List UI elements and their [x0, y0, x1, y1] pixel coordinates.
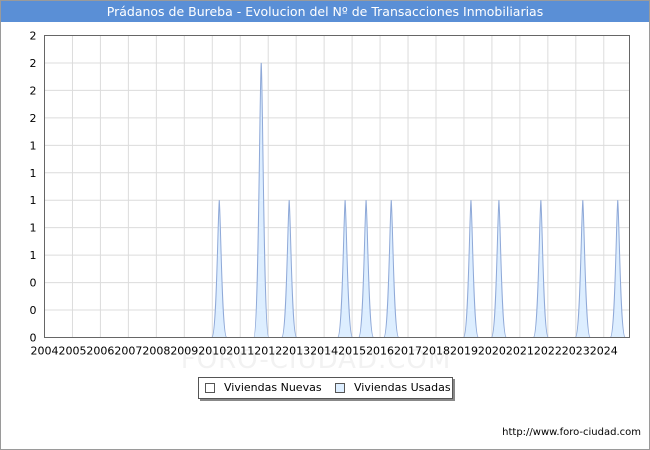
area-spike — [532, 200, 549, 338]
y-tick-label: 0 — [30, 332, 37, 345]
x-tick-label: 2015 — [338, 345, 366, 358]
x-tick-label: 2008 — [142, 345, 170, 358]
x-tick-label: 2011 — [226, 345, 254, 358]
y-tick-label: 2 — [30, 30, 37, 43]
x-axis-ticks: 2004 2005 2006 2007 2008 2009 2010 2011 2012 2013… — [31, 345, 618, 358]
x-tick-label: 2010 — [198, 345, 226, 358]
area-spike — [462, 200, 479, 338]
y-tick-label: 2 — [30, 112, 37, 125]
x-tick-label: 2016 — [366, 345, 394, 358]
x-tick-label: 2004 — [31, 345, 59, 358]
x-tick-label: 2020 — [478, 345, 506, 358]
x-tick-label: 2012 — [254, 345, 282, 358]
x-tick-label: 2014 — [310, 345, 338, 358]
area-spike — [281, 200, 298, 338]
legend: Viviendas Nuevas Viviendas Usadas — [198, 377, 453, 399]
area-spike — [383, 200, 400, 338]
x-tick-label: 2021 — [506, 345, 534, 358]
y-tick-label: 1 — [30, 139, 37, 152]
y-tick-label: 2 — [30, 84, 37, 97]
x-tick-label: 2013 — [282, 345, 310, 358]
x-tick-label: 2017 — [394, 345, 422, 358]
y-tick-label: 1 — [30, 167, 37, 180]
x-tick-label: 2023 — [562, 345, 590, 358]
x-tick-label: 2009 — [170, 345, 198, 358]
area-spike — [574, 200, 591, 338]
y-tick-label: 1 — [30, 222, 37, 235]
legend-swatch-usadas — [335, 383, 345, 393]
legend-label-nuevas: Viviendas Nuevas — [224, 381, 322, 394]
legend-swatch-nuevas — [205, 383, 215, 393]
footer-url: http://www.foro-ciudad.com — [502, 427, 641, 438]
x-tick-label: 2019 — [450, 345, 478, 358]
y-tick-label: 0 — [30, 277, 37, 290]
legend-label-usadas: Viviendas Usadas — [354, 381, 451, 394]
area-spike — [609, 200, 626, 338]
x-tick-label: 2024 — [590, 345, 618, 358]
x-tick-label: 2006 — [86, 345, 114, 358]
y-tick-label: 1 — [30, 194, 37, 207]
y-tick-label: 2 — [30, 57, 37, 70]
area-spike — [211, 200, 228, 338]
x-tick-label: 2018 — [422, 345, 450, 358]
x-tick-label: 2022 — [534, 345, 562, 358]
x-tick-label: 2007 — [114, 345, 142, 358]
area-spike — [358, 200, 375, 338]
y-tick-label: 1 — [30, 249, 37, 262]
y-tick-label: 0 — [30, 304, 37, 317]
area-spike — [337, 200, 354, 338]
area-spike — [490, 200, 507, 338]
x-tick-label: 2005 — [58, 345, 86, 358]
y-axis-ticks: 0 0 0 1 1 1 1 1 2 2 2 2 — [30, 30, 37, 345]
